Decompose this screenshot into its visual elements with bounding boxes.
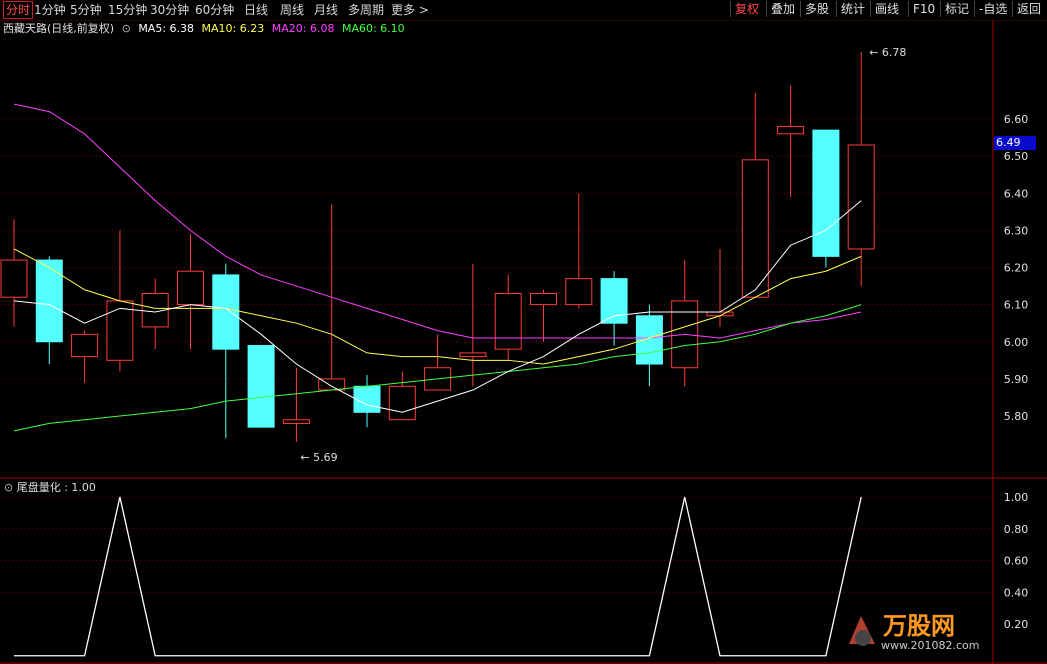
- period-tab-3[interactable]: 15分钟: [108, 2, 147, 18]
- price-tick-label: 6.40: [1004, 187, 1029, 200]
- period-tab-8[interactable]: 月线: [314, 2, 338, 18]
- kline-chart[interactable]: 6.60 6.50 6.40 6.30 6.20 6.10 6.00 5.90 5.80 ← 6.…: [0, 20, 1047, 664]
- period-tab-5[interactable]: 60分钟: [195, 2, 234, 18]
- tool-button-0[interactable]: 复权: [730, 1, 763, 17]
- settings-icon[interactable]: ⊙: [4, 481, 13, 494]
- svg-text:www.201082.com: www.201082.com: [881, 639, 979, 652]
- price-tick-label: 6.30: [1004, 224, 1029, 237]
- period-tab-10[interactable]: 更多 >: [391, 2, 429, 18]
- period-tab-4[interactable]: 30分钟: [150, 2, 189, 18]
- candle-body: [177, 270, 204, 306]
- price-tick-label: 6.20: [1004, 262, 1029, 275]
- tool-button-5[interactable]: F10: [908, 1, 939, 17]
- sub-indicator-label: 尾盘量化 : 1.00: [16, 481, 96, 494]
- price-tick-label: 5.90: [1004, 373, 1029, 386]
- price-tick-label: 6.60: [1004, 113, 1029, 126]
- low-annotation: ← 5.69: [300, 451, 337, 464]
- period-tab-0[interactable]: 分时: [3, 1, 34, 19]
- watermark-logo: 万股网 www.201082.com: [841, 606, 1041, 656]
- tool-button-6[interactable]: 标记: [940, 1, 973, 17]
- candle-body: [71, 333, 99, 358]
- sub-tick-label: 0.60: [1004, 555, 1029, 568]
- sub-tick-label: 0.80: [1004, 523, 1029, 536]
- candle-body: [741, 159, 769, 298]
- candle-body: [247, 344, 275, 428]
- candle-body: [106, 300, 134, 361]
- tool-button-1[interactable]: 叠加: [766, 1, 799, 17]
- tool-button-8[interactable]: 返回: [1012, 1, 1045, 17]
- sub-indicator-title: ⊙ 尾盘量化 : 1.00: [4, 481, 96, 495]
- candle-body: [565, 278, 593, 306]
- candle-body: [212, 274, 240, 350]
- current-price-box: 6.49: [994, 136, 1036, 150]
- tool-button-3[interactable]: 统计: [836, 1, 869, 17]
- candle-body: [35, 259, 63, 343]
- period-tab-7[interactable]: 周线: [280, 2, 304, 18]
- candle-body: [353, 385, 381, 413]
- period-tab-2[interactable]: 5分钟: [70, 2, 102, 18]
- period-tab-1[interactable]: 1分钟: [34, 2, 66, 18]
- high-annotation: ← 6.78: [869, 46, 906, 59]
- period-toolbar: 分时 1分钟 5分钟 15分钟 30分钟 60分钟 日线 周线 月线 多周期 更多 > 复权 叠加 多股统…: [0, 0, 1047, 21]
- price-tick-label: 5.80: [1004, 410, 1029, 423]
- tool-button-2[interactable]: 多股: [800, 1, 833, 17]
- candle-body: [847, 144, 875, 250]
- price-tick-label: 6.00: [1004, 336, 1029, 349]
- candle-body: [600, 278, 628, 324]
- tool-button-7[interactable]: -自选: [974, 1, 1011, 17]
- candle-body: [494, 292, 522, 350]
- candle-body: [635, 315, 663, 365]
- tool-button-4[interactable]: 画线: [870, 1, 903, 17]
- candle-body: [282, 419, 310, 424]
- candle-body: [777, 125, 805, 135]
- candle-body: [0, 259, 28, 298]
- candle-body: [812, 129, 840, 257]
- sub-tick-label: 0.40: [1004, 586, 1029, 599]
- price-tick-label: 6.50: [1004, 150, 1029, 163]
- period-tab-6[interactable]: 日线: [244, 2, 268, 18]
- candle-body: [459, 352, 487, 358]
- candle-body: [530, 292, 557, 306]
- signal-line: [14, 496, 862, 657]
- candle-body: [388, 385, 416, 421]
- price-tick-label: 6.10: [1004, 299, 1029, 312]
- svg-text:万股网: 万股网: [883, 612, 955, 640]
- sub-tick-label: 1.00: [1004, 491, 1029, 504]
- period-tab-9[interactable]: 多周期: [348, 2, 384, 18]
